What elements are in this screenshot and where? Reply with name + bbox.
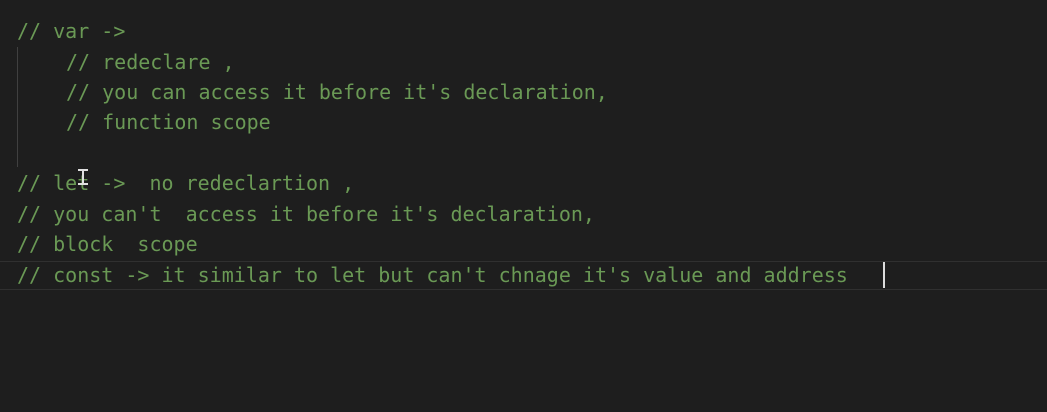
code-line-3[interactable]: // you can access it before it's declara… bbox=[66, 77, 1016, 107]
mouse-ibeam-icon bbox=[78, 169, 88, 185]
code-line-6[interactable]: // let -> no redeclartion , bbox=[17, 168, 1017, 198]
text-caret bbox=[883, 262, 885, 288]
code-line-2[interactable]: // redeclare , bbox=[66, 47, 1016, 77]
code-editor[interactable]: // var -> // redeclare , // you can acce… bbox=[0, 0, 1047, 412]
code-line-1[interactable]: // var -> bbox=[17, 16, 1017, 46]
code-line-8[interactable]: // block scope bbox=[17, 229, 1017, 259]
code-line-5[interactable] bbox=[17, 137, 1017, 167]
code-line-7[interactable]: // you can't access it before it's decla… bbox=[17, 199, 1017, 229]
code-line-9[interactable]: // const -> it similar to let but can't … bbox=[17, 260, 1017, 290]
code-line-4[interactable]: // function scope bbox=[66, 107, 1016, 137]
